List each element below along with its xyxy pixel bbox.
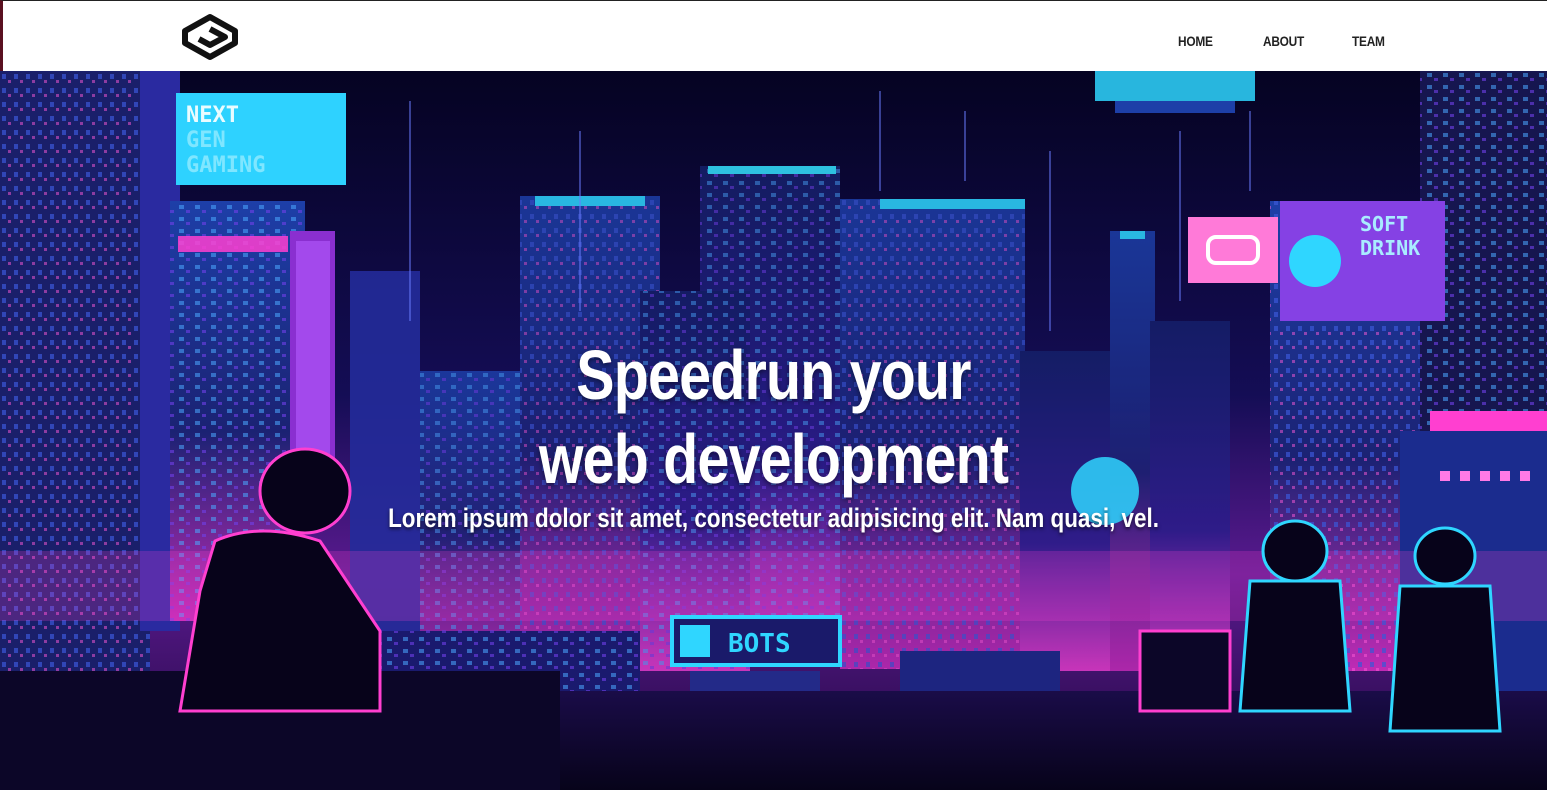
sign-bots-text: BOTS — [728, 629, 791, 659]
nav-team-link[interactable]: TEAM — [1352, 33, 1385, 49]
navbar: HOME ABOUT TEAM — [0, 0, 1547, 71]
bots-sign: BOTS — [670, 615, 842, 667]
page: HOME ABOUT TEAM NEXT GEN GAMING SOFT DRI… — [0, 0, 1547, 790]
sign-drink-text: DRINK — [1360, 236, 1420, 260]
hero-text-block: Speedrun your web development Lorem ipsu… — [0, 333, 1547, 534]
hero-headline: Speedrun your web development — [139, 333, 1408, 501]
soft-drink-sign: SOFT DRINK — [1280, 201, 1445, 321]
next-gen-gaming-sign: NEXT GEN GAMING — [176, 93, 346, 185]
logo-icon[interactable] — [179, 13, 241, 63]
sign-gen-text: GEN — [186, 128, 226, 153]
nav-about-link[interactable]: ABOUT — [1263, 33, 1304, 49]
hero-subheading: Lorem ipsum dolor sit amet, consectetur … — [388, 503, 1159, 533]
sign-gaming-text: GAMING — [186, 153, 265, 178]
controller-sign-icon — [1188, 217, 1278, 283]
hero-section: NEXT GEN GAMING SOFT DRINK BOTS Speedrun… — [0, 71, 1547, 790]
hero-headline-line2: web development — [538, 420, 1009, 498]
nav-home-link[interactable]: HOME — [1178, 33, 1213, 49]
hero-headline-line1: Speedrun your — [576, 336, 971, 414]
sign-next-text: NEXT — [186, 103, 239, 128]
sign-soft-text: SOFT — [1360, 212, 1408, 236]
